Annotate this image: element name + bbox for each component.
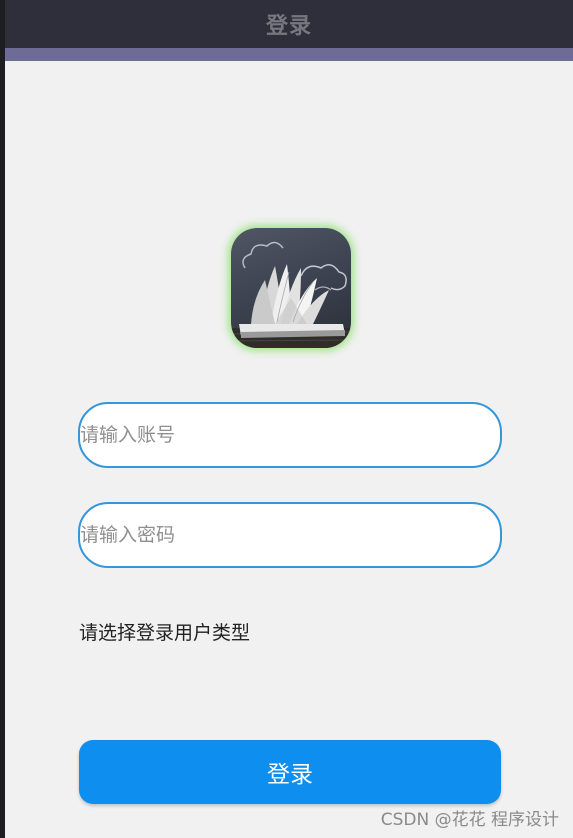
header-bar: 登录 (5, 0, 573, 48)
user-type-prompt: 请选择登录用户类型 (79, 622, 251, 644)
window-edge (0, 0, 5, 838)
password-input[interactable] (78, 502, 502, 568)
app-screen: 登录 请选择登录用户类型 (0, 0, 573, 838)
watermark: CSDN @花花 程序设计 (380, 810, 559, 830)
page-title: 登录 (265, 14, 312, 39)
login-button[interactable]: 登录 (79, 740, 501, 804)
account-input[interactable] (78, 402, 502, 468)
app-logo (231, 228, 351, 348)
header-accent-bar (5, 48, 573, 61)
open-book-icon (231, 241, 351, 348)
